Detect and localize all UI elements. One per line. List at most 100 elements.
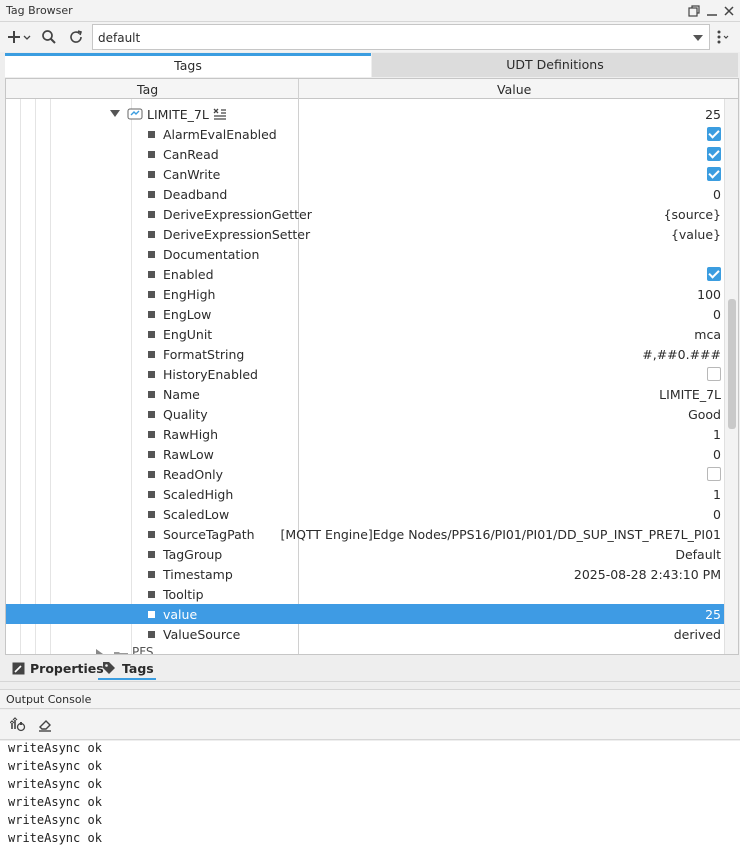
- tag-property-row[interactable]: ScaledLow 0: [6, 504, 726, 524]
- property-checkbox[interactable]: [707, 147, 721, 161]
- property-name: ScaledLow: [163, 507, 230, 522]
- float-window-icon[interactable]: [686, 3, 702, 19]
- tag-provider-select[interactable]: default: [92, 24, 710, 50]
- console-line: writeAsync ok: [8, 831, 102, 845]
- clear-console-icon[interactable]: [37, 717, 53, 733]
- property-bullet-icon: [148, 191, 155, 198]
- property-value[interactable]: 25: [705, 607, 721, 622]
- property-bullet-icon: [148, 591, 155, 598]
- console-title: Output Console: [6, 693, 92, 706]
- tag-property-row[interactable]: ValueSource derived: [6, 624, 726, 644]
- tag-property-row[interactable]: Quality Good: [6, 404, 726, 424]
- tag-property-row[interactable]: DeriveExpressionGetter {source}: [6, 204, 726, 224]
- scrollbar-thumb[interactable]: [728, 299, 736, 429]
- refresh-icon[interactable]: [68, 29, 84, 45]
- tag-property-row[interactable]: CanWrite: [6, 164, 726, 184]
- property-bullet-icon: [148, 291, 155, 298]
- vertical-scrollbar[interactable]: [724, 99, 738, 654]
- console-output[interactable]: writeAsync ok writeAsync ok writeAsync o…: [0, 741, 740, 850]
- property-checkbox[interactable]: [707, 367, 721, 381]
- tag-property-row[interactable]: Documentation: [6, 244, 726, 264]
- property-value[interactable]: mca: [694, 327, 721, 342]
- tab-udt-definitions[interactable]: UDT Definitions: [372, 53, 738, 77]
- dock-tab-tags[interactable]: Tags: [98, 660, 156, 680]
- more-options-icon[interactable]: [714, 29, 730, 45]
- tag-property-row[interactable]: EngLow 0: [6, 304, 726, 324]
- edit-icon: [12, 662, 25, 675]
- tag-property-row[interactable]: Enabled: [6, 264, 726, 284]
- property-value[interactable]: 1: [713, 427, 721, 442]
- property-name: DeriveExpressionGetter: [163, 207, 312, 222]
- property-bullet-icon: [148, 311, 155, 318]
- udt-definition-link-icon[interactable]: [212, 107, 228, 121]
- parent-tag-value: 25: [705, 107, 721, 122]
- tag-property-row[interactable]: Tooltip: [6, 584, 726, 604]
- property-name: SourceTagPath: [163, 527, 255, 542]
- property-name: ScaledHigh: [163, 487, 234, 502]
- property-checkbox[interactable]: [707, 467, 721, 481]
- column-header-value[interactable]: Value: [497, 82, 531, 97]
- property-value[interactable]: #,##0.###: [642, 347, 721, 362]
- tag-property-row[interactable]: DeriveExpressionSetter {value}: [6, 224, 726, 244]
- property-checkbox[interactable]: [707, 127, 721, 141]
- minimize-icon[interactable]: [704, 3, 720, 19]
- expand-toggle-icon[interactable]: [96, 649, 104, 655]
- property-name: CanWrite: [163, 167, 221, 182]
- tag-property-row[interactable]: TagGroup Default: [6, 544, 726, 564]
- property-bullet-icon: [148, 431, 155, 438]
- expand-toggle-icon[interactable]: [110, 110, 120, 118]
- tab-tags[interactable]: Tags: [5, 53, 371, 77]
- tag-property-row[interactable]: AlarmEvalEnabled: [6, 124, 726, 144]
- property-value[interactable]: 0: [713, 507, 721, 522]
- tag-property-row[interactable]: ScaledHigh 1: [6, 484, 726, 504]
- property-checkbox[interactable]: [707, 167, 721, 181]
- property-bullet-icon: [148, 211, 155, 218]
- property-value[interactable]: LIMITE_7L: [659, 387, 721, 402]
- tag-property-row[interactable]: value 25: [6, 604, 726, 624]
- udt-instance-icon: [127, 108, 143, 120]
- property-bullet-icon: [148, 611, 155, 618]
- tag-property-row[interactable]: SourceTagPath [MQTT Engine]Edge Nodes/PPS…: [6, 524, 726, 544]
- property-value[interactable]: Good: [688, 407, 721, 422]
- property-name: ReadOnly: [163, 467, 224, 482]
- add-tag-icon[interactable]: [6, 29, 22, 45]
- tag-property-row[interactable]: HistoryEnabled: [6, 364, 726, 384]
- tag-property-row[interactable]: FormatString #,##0.###: [6, 344, 726, 364]
- console-titlebar: Output Console: [0, 689, 740, 709]
- property-bullet-icon: [148, 511, 155, 518]
- close-icon[interactable]: [721, 3, 737, 19]
- property-value[interactable]: 0: [713, 307, 721, 322]
- property-value[interactable]: derived: [674, 627, 721, 642]
- tag-property-row[interactable]: Deadband 0: [6, 184, 726, 204]
- property-name: EngHigh: [163, 287, 216, 302]
- tag-property-row[interactable]: RawHigh 1: [6, 424, 726, 444]
- tag-property-row[interactable]: ReadOnly: [6, 464, 726, 484]
- dock-tab-label: Properties: [30, 661, 104, 676]
- property-value[interactable]: {source}: [664, 207, 721, 222]
- tag-property-row[interactable]: CanRead: [6, 144, 726, 164]
- property-value[interactable]: [MQTT Engine]Edge Nodes/PPS16/PI01/PI01/…: [281, 527, 721, 542]
- property-value[interactable]: {value}: [671, 227, 721, 242]
- tree-row-partial[interactable]: PFS: [96, 645, 196, 655]
- tag-property-row[interactable]: Name LIMITE_7L: [6, 384, 726, 404]
- property-value[interactable]: 2025-08-28 2:43:10 PM: [574, 567, 721, 582]
- tag-property-row[interactable]: Timestamp 2025-08-28 2:43:10 PM: [6, 564, 726, 584]
- property-bullet-icon: [148, 531, 155, 538]
- search-icon[interactable]: [41, 29, 57, 45]
- chevron-down-icon[interactable]: [22, 29, 32, 45]
- tag-property-row[interactable]: EngHigh 100: [6, 284, 726, 304]
- property-value[interactable]: 100: [697, 287, 721, 302]
- tag-provider-value: default: [98, 31, 141, 45]
- tree-row-parent[interactable]: LIMITE_7L 25: [6, 104, 726, 124]
- property-value[interactable]: 0: [713, 447, 721, 462]
- property-name: Quality: [163, 407, 208, 422]
- property-value[interactable]: 1: [713, 487, 721, 502]
- property-value[interactable]: 0: [713, 187, 721, 202]
- property-bullet-icon: [148, 571, 155, 578]
- property-checkbox[interactable]: [707, 267, 721, 281]
- filter-levels-icon[interactable]: [10, 717, 26, 733]
- property-value[interactable]: Default: [675, 547, 721, 562]
- tag-property-row[interactable]: RawLow 0: [6, 444, 726, 464]
- column-header-tag[interactable]: Tag: [137, 82, 158, 97]
- tag-property-row[interactable]: EngUnit mca: [6, 324, 726, 344]
